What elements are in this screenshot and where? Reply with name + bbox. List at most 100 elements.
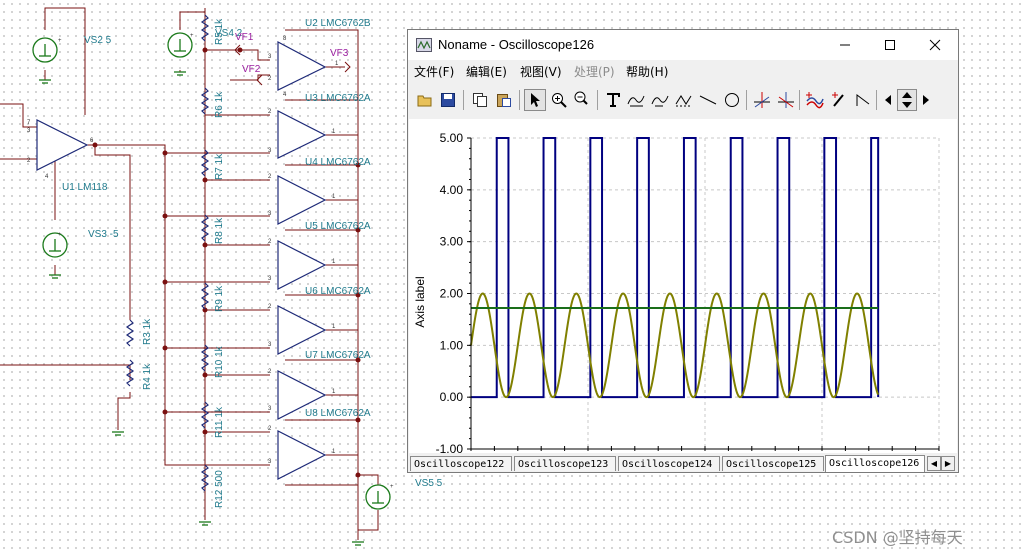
tab-oscilloscope123[interactable]: Oscilloscope123 [514, 456, 616, 471]
chart-grid [470, 137, 940, 450]
cursor-a-button[interactable] [751, 89, 773, 111]
r3-label: R3 1k [142, 318, 153, 345]
wave-edit-button[interactable] [625, 89, 647, 111]
r9-label: R9 1k [214, 285, 225, 312]
save-button[interactable] [437, 89, 459, 111]
zoom-100-button[interactable] [571, 89, 593, 111]
series-square-trace [471, 137, 880, 399]
y-tick-labels: -1.00 0.00 1.00 2.00 3.00 4.00 5.00 [436, 131, 464, 456]
u1-pin-4: 4 [45, 174, 49, 180]
oscilloscope-window[interactable]: Noname - Oscilloscope126 文件(F) 编辑(E) 视图(… [407, 29, 959, 473]
left-arrow-icon [885, 95, 891, 105]
step-icon [856, 94, 870, 106]
close-icon [929, 39, 940, 51]
title-bar[interactable]: Noname - Oscilloscope126 [408, 30, 958, 60]
r10-label: R10 1k [214, 345, 225, 378]
zoom-100-icon [574, 91, 588, 105]
right-arrow-icon [923, 95, 929, 105]
y-tick-label: -1.00 [436, 442, 464, 453]
left-arrow-button[interactable] [880, 89, 896, 111]
u5-pin-2: 2 [268, 239, 272, 245]
wave-edit-3-button[interactable] [673, 89, 695, 111]
menu-file[interactable]: 文件(F) [414, 63, 454, 80]
tab-oscilloscope122[interactable]: Oscilloscope122 [410, 456, 512, 471]
text-icon [607, 93, 620, 107]
circle-tool-button[interactable] [721, 89, 743, 111]
close-button[interactable] [912, 30, 957, 60]
u3-pin-3: 3 [268, 148, 272, 154]
add-curve-button[interactable] [804, 89, 826, 111]
y-tick-label: 4.00 [440, 183, 464, 197]
u8-pin-1: 1 [332, 449, 336, 455]
line-tool-button[interactable] [697, 89, 719, 111]
u8-pin-3: 3 [268, 459, 272, 465]
maximize-button[interactable] [867, 30, 912, 60]
watermark: CSDN @坚持每天 [832, 528, 963, 547]
u2-pin-4: 4 [283, 92, 287, 98]
r6-label: R6 1k [214, 91, 225, 118]
vf1-label: VF1 [235, 32, 254, 43]
paste-button[interactable] [493, 89, 515, 111]
u2-pin-1: 1 [335, 61, 339, 67]
tab-right-icon: ▶ [944, 459, 952, 468]
window-title: Noname - Oscilloscope126 [438, 37, 595, 52]
u3-pin-1: 1 [332, 129, 336, 135]
u5-label: U5 LMC6762A [305, 221, 371, 232]
vs3-label: VS3 -5 [88, 229, 119, 240]
save-icon [441, 93, 455, 107]
toolbar [410, 88, 954, 116]
pointer-button[interactable] [524, 89, 546, 111]
wave-edit-2-button[interactable] [649, 89, 671, 111]
vs4-plus: + [190, 33, 194, 39]
vs5-plus: + [390, 484, 394, 490]
y-tick-label: 3.00 [440, 235, 464, 249]
minimize-icon [839, 44, 850, 46]
u8-pin-2: 2 [268, 426, 272, 432]
cursor-a-icon [754, 92, 770, 108]
r12-label: R12 500 [214, 470, 225, 508]
menu-view[interactable]: 视图(V) [520, 63, 562, 80]
add-curve-icon [806, 92, 824, 109]
color-picker-button[interactable] [828, 89, 850, 111]
y-tick-label: 0.00 [440, 390, 464, 404]
up-down-button[interactable] [897, 89, 917, 111]
open-button[interactable] [414, 89, 436, 111]
menu-process: 处理(P) [574, 65, 615, 79]
r11-label: R11 1k [214, 406, 225, 438]
tab-oscilloscope126[interactable]: Oscilloscope126 [825, 455, 925, 472]
text-tool-button[interactable] [602, 89, 624, 111]
menu-edit[interactable]: 编辑(E) [466, 63, 507, 80]
zoom-in-icon [552, 93, 567, 108]
tab-oscilloscope124[interactable]: Oscilloscope124 [618, 456, 720, 471]
vs5-label: VS5 5 [415, 478, 443, 489]
u4-pin-2: 2 [268, 174, 272, 180]
right-arrow-button[interactable] [918, 89, 934, 111]
wave-edit-3-icon [675, 95, 692, 107]
tab-strip: Oscilloscope122 Oscilloscope123 Oscillos… [410, 455, 956, 472]
pointer-icon [531, 93, 540, 107]
vs3-plus: + [58, 232, 62, 238]
u1-label: U1 LM118 [62, 182, 108, 193]
u6-pin-2: 2 [268, 304, 272, 310]
color-picker-icon [832, 92, 844, 107]
tab-oscilloscope125[interactable]: Oscilloscope125 [722, 456, 824, 471]
tab-scroll-left-button[interactable]: ◀ [927, 456, 941, 471]
copy-button[interactable] [469, 89, 491, 111]
step-button[interactable] [852, 89, 874, 111]
oscilloscope-chart[interactable]: -1.000.001.002.003.004.005.00 0.00250.00… [409, 119, 957, 469]
plot-area[interactable]: -1.000.001.002.003.004.005.00 0.00250.00… [409, 119, 957, 469]
vs2-plus: + [58, 38, 62, 44]
minimize-button[interactable] [822, 30, 867, 60]
zoom-in-button[interactable] [548, 89, 570, 111]
line-icon [699, 95, 717, 105]
chart-minor-ticks [469, 137, 940, 451]
tab-left-icon: ◀ [930, 459, 938, 468]
u7-pin-3: 3 [268, 406, 272, 412]
cursor-b-button[interactable] [775, 89, 797, 111]
tab-scroll-right-button[interactable]: ▶ [941, 456, 955, 471]
u4-pin-3: 3 [268, 211, 272, 217]
r5-label: R5 1k [214, 18, 225, 45]
u3-label: U3 LMC6762A [305, 93, 371, 104]
open-icon [417, 95, 432, 107]
menu-help[interactable]: 帮助(H) [626, 63, 668, 80]
